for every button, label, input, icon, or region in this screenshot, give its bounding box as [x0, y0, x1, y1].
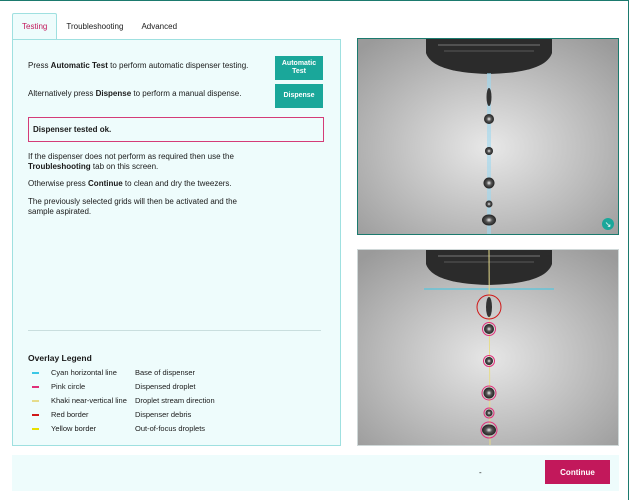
automatic-test-instruction: Press Automatic Test to perform automati…: [28, 61, 249, 70]
automatic-test-button[interactable]: Automatic Test: [275, 56, 323, 80]
dispenser-camera-view[interactable]: ↘: [357, 38, 619, 235]
overlay-camera-image: [358, 250, 618, 445]
activation-hint: The previously selected grids will then …: [28, 197, 238, 216]
legend-item: Cyan horizontal line Base of dispenser: [28, 367, 328, 379]
tab-bar: Testing Troubleshooting Advanced: [12, 13, 186, 40]
footer-status: -: [479, 468, 482, 477]
top-rule: [0, 0, 629, 1]
legend-item: Khaki near-vertical line Droplet stream …: [28, 395, 328, 407]
continue-button[interactable]: Continue: [545, 460, 610, 484]
divider: [28, 330, 321, 331]
footer-bar: - Continue: [12, 455, 619, 491]
tab-advanced[interactable]: Advanced: [132, 13, 186, 40]
legend-item: Pink circle Dispensed droplet: [28, 381, 328, 393]
legend-title: Overlay Legend: [28, 353, 92, 363]
dispense-instruction: Alternatively press Dispense to perform …: [28, 89, 242, 98]
legend-item: Red border Dispenser debris: [28, 409, 328, 421]
overlay-camera-view[interactable]: [357, 249, 619, 446]
red-border-swatch: [32, 414, 39, 416]
expand-arrow-icon[interactable]: ↘: [602, 218, 614, 230]
continue-hint: Otherwise press Continue to clean and dr…: [28, 179, 232, 188]
yellow-border-swatch: [32, 428, 39, 430]
pink-circle-swatch: [32, 386, 39, 388]
tab-testing[interactable]: Testing: [12, 13, 58, 40]
legend-item: Yellow border Out-of-focus droplets: [28, 423, 328, 435]
khaki-line-swatch: [32, 400, 39, 402]
testing-panel: Press Automatic Test to perform automati…: [12, 39, 341, 446]
status-message: Dispenser tested ok.: [28, 117, 324, 142]
tab-troubleshooting[interactable]: Troubleshooting: [57, 13, 132, 40]
dispenser-camera-image: [358, 39, 618, 234]
troubleshooting-hint: If the dispenser does not perform as req…: [28, 152, 234, 171]
cyan-line-swatch: [32, 372, 39, 374]
dispense-button[interactable]: Dispense: [275, 84, 323, 108]
